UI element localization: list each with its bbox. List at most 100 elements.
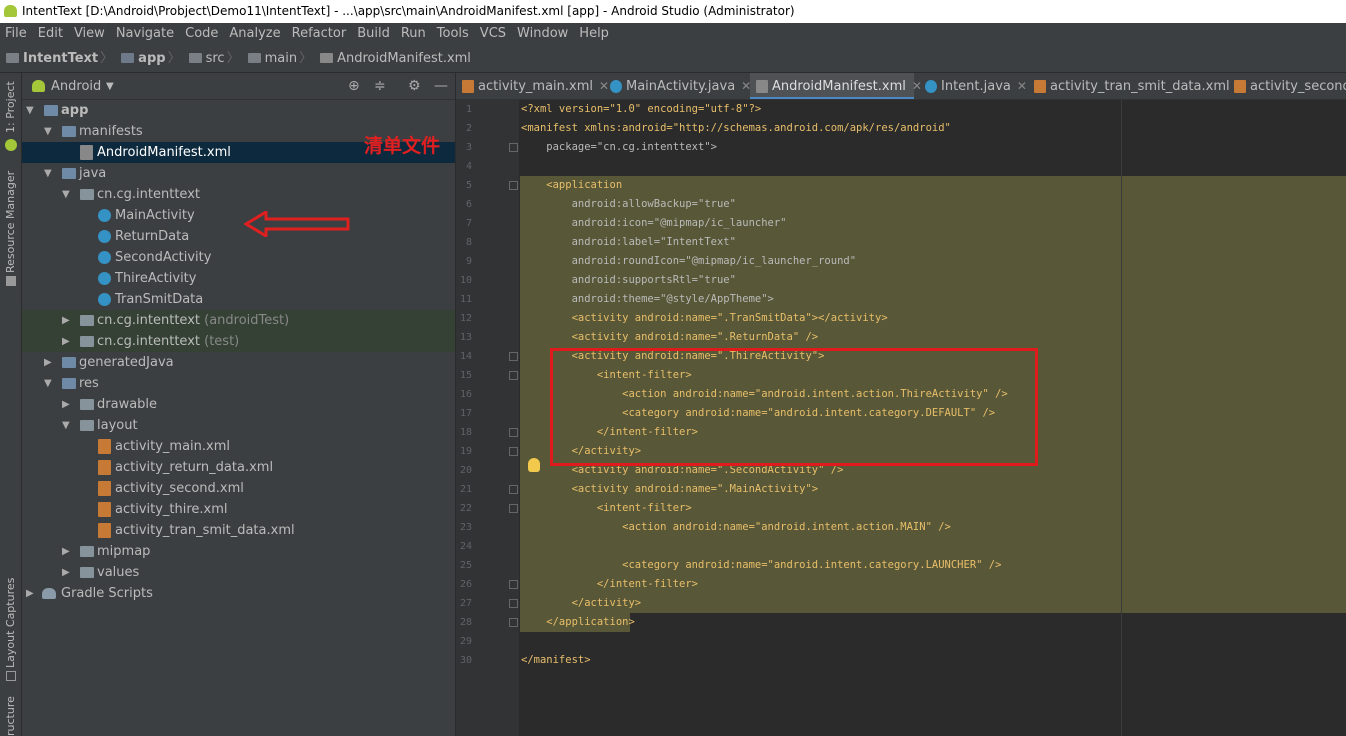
menu-navigate[interactable]: Navigate [111, 23, 180, 45]
fold-marker-icon[interactable] [509, 447, 518, 456]
menu-refactor[interactable]: Refactor [287, 23, 353, 45]
tree-node-androidmanifest[interactable]: AndroidManifest.xml 清单文件 [22, 136, 455, 237]
code-line: 10 android:supportsRtl="true" [459, 274, 736, 286]
tree-node-java[interactable]: ▼ java [22, 163, 455, 184]
collapsed-arrow-icon[interactable]: ▶ [62, 331, 70, 352]
class-icon [925, 80, 937, 93]
expanded-arrow-icon[interactable]: ▼ [44, 121, 52, 142]
locate-icon[interactable]: ⊕ [348, 73, 360, 100]
tree-node-xml[interactable]: activity_second.xml [22, 478, 455, 499]
collapsed-arrow-icon[interactable]: ▶ [62, 562, 70, 583]
fold-marker-icon[interactable] [509, 352, 518, 361]
tab-activity-second[interactable]: activity_second.xml [1228, 73, 1346, 99]
dropdown-arrow-icon[interactable]: ▼ [106, 73, 114, 100]
tree-node-res[interactable]: ▼ res [22, 373, 455, 394]
menu-view[interactable]: View [69, 23, 111, 45]
tree-node-mipmap[interactable]: ▶ mipmap [22, 541, 455, 562]
tree-node-class[interactable]: ThireActivity [22, 268, 455, 289]
tab-activity-main[interactable]: activity_main.xml ✕ [456, 73, 609, 99]
menu-edit[interactable]: Edit [33, 23, 69, 45]
annotation-highlight-box [550, 348, 1038, 466]
tree-node-gradle[interactable]: ▶ Gradle Scripts [22, 583, 455, 604]
menu-file[interactable]: File [0, 23, 33, 45]
xml-file-icon [98, 502, 111, 517]
menu-code[interactable]: Code [180, 23, 224, 45]
expanded-arrow-icon[interactable]: ▼ [62, 184, 70, 205]
menu-build[interactable]: Build [352, 23, 396, 45]
close-icon[interactable]: ✕ [735, 79, 751, 93]
expanded-arrow-icon[interactable]: ▼ [44, 163, 52, 184]
close-icon[interactable]: ✕ [1011, 79, 1027, 93]
project-view-selector[interactable]: Android [51, 73, 101, 100]
lightbulb-icon[interactable] [528, 458, 540, 472]
fold-marker-icon[interactable] [509, 181, 518, 190]
class-icon [98, 209, 111, 222]
window-title-bar: IntentText [D:\Android\Probject\Demo11\I… [0, 0, 1346, 23]
tree-node-class[interactable]: TranSmitData [22, 289, 455, 310]
menu-vcs[interactable]: VCS [475, 23, 512, 45]
fold-marker-icon[interactable] [509, 599, 518, 608]
structure-tab[interactable]: ructure [4, 696, 17, 736]
code-line: 23 <action android:name="android.intent.… [459, 521, 951, 533]
fold-marker-icon[interactable] [509, 504, 518, 513]
fold-marker-icon[interactable] [509, 428, 518, 437]
tree-node-package-test[interactable]: ▶ cn.cg.intenttext (test) [22, 331, 455, 352]
tab-activity-tran-smit-data[interactable]: activity_tran_smit_data.xml✕ [1028, 73, 1246, 99]
tree-node-package[interactable]: ▼ cn.cg.intenttext [22, 184, 455, 205]
tab-intent[interactable]: Intent.java ✕ [919, 73, 1027, 99]
fold-marker-icon[interactable] [509, 618, 518, 627]
breadcrumb-file[interactable]: AndroidManifest.xml [314, 45, 471, 73]
tree-node-package-androidtest[interactable]: ▶ cn.cg.intenttext (androidTest) [22, 310, 455, 331]
tab-mainactivity[interactable]: MainActivity.java ✕ [604, 73, 751, 99]
collapsed-arrow-icon[interactable]: ▶ [62, 541, 70, 562]
expanded-arrow-icon[interactable]: ▼ [44, 373, 52, 394]
tree-node-xml[interactable]: activity_return_data.xml [22, 457, 455, 478]
tree-node-generatedjava[interactable]: ▶ generatedJava [22, 352, 455, 373]
tree-node-xml[interactable]: activity_tran_smit_data.xml [22, 520, 455, 541]
gear-icon[interactable]: ⚙ [408, 73, 421, 100]
breadcrumb-main[interactable]: main [242, 45, 297, 73]
tree-node-app[interactable]: ▼ app [22, 100, 455, 121]
layout-captures-tab[interactable]: Layout Captures [4, 578, 17, 668]
collapsed-arrow-icon[interactable]: ▶ [62, 310, 70, 331]
tree-node-xml[interactable]: activity_main.xml [22, 436, 455, 457]
xml-file-icon [1034, 80, 1046, 93]
collapse-all-icon[interactable]: ≑ [374, 73, 386, 100]
breadcrumb-app[interactable]: app [115, 45, 166, 73]
tree-node-class[interactable]: SecondActivity [22, 247, 455, 268]
tree-node-drawable[interactable]: ▶ drawable [22, 394, 455, 415]
code-line: 4 [465, 161, 472, 172]
fold-marker-icon[interactable] [509, 143, 518, 152]
fold-marker-icon[interactable] [509, 485, 518, 494]
tree-node-class[interactable]: MainActivity [22, 205, 455, 226]
gradle-icon [42, 588, 56, 599]
collapsed-arrow-icon[interactable]: ▶ [62, 394, 70, 415]
tab-androidmanifest[interactable]: AndroidManifest.xml ✕ [750, 73, 922, 99]
package-icon [80, 315, 94, 326]
collapsed-arrow-icon[interactable]: ▶ [44, 352, 52, 373]
folder-icon [80, 420, 94, 431]
code-line: 26 </intent-filter> [459, 578, 699, 590]
layout-captures-icon [6, 671, 16, 681]
menu-analyze[interactable]: Analyze [224, 23, 286, 45]
tree-node-values[interactable]: ▶ values [22, 562, 455, 583]
resource-manager-tab[interactable]: Resource Manager [4, 171, 17, 273]
expanded-arrow-icon[interactable]: ▼ [62, 415, 70, 436]
breadcrumb-src[interactable]: src [183, 45, 225, 73]
hide-icon[interactable]: — [434, 73, 448, 100]
project-tool-tab[interactable]: 1: Project [4, 81, 17, 133]
tree-node-xml[interactable]: activity_thire.xml [22, 499, 455, 520]
fold-marker-icon[interactable] [509, 371, 518, 380]
xml-file-icon [462, 80, 474, 93]
expanded-arrow-icon[interactable]: ▼ [26, 100, 34, 121]
menu-window[interactable]: Window [512, 23, 574, 45]
tree-node-layout[interactable]: ▼ layout [22, 415, 455, 436]
menu-help[interactable]: Help [574, 23, 615, 45]
tree-node-class[interactable]: ReturnData [22, 226, 455, 247]
breadcrumb-project[interactable]: IntentText [0, 45, 98, 73]
class-icon [98, 272, 111, 285]
fold-marker-icon[interactable] [509, 580, 518, 589]
collapsed-arrow-icon[interactable]: ▶ [26, 583, 34, 604]
menu-run[interactable]: Run [396, 23, 432, 45]
menu-tools[interactable]: Tools [432, 23, 475, 45]
